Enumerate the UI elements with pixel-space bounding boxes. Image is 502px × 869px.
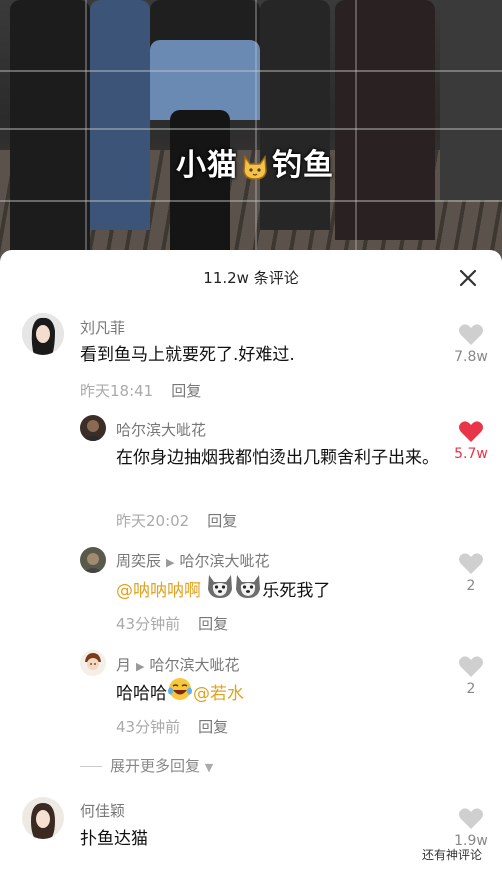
reply-button[interactable]: 回复 — [207, 512, 237, 530]
reply-author[interactable]: 周奕辰 — [116, 552, 161, 570]
heart-icon — [459, 656, 483, 677]
like-count: 2 — [466, 578, 476, 594]
like-button[interactable]: 7.8w — [451, 323, 491, 365]
caption-right: 钓鱼 — [272, 148, 334, 183]
divider — [80, 766, 102, 767]
video-person — [150, 40, 260, 120]
cage-line — [85, 0, 87, 262]
video-person — [440, 0, 502, 200]
comment-body: 乐死我了 — [262, 581, 331, 601]
cage-line — [0, 200, 502, 202]
husky-emoji-icon — [234, 573, 262, 609]
like-count: 7.8w — [454, 349, 488, 365]
comment-username[interactable]: 哈尔滨大呲花 — [116, 419, 206, 440]
video-caption: 小猫 钓鱼 — [160, 140, 350, 184]
comment-time: 昨天18:41 — [80, 382, 154, 400]
comment-text: 哈哈哈 @若水 — [116, 677, 436, 711]
reply-button[interactable]: 回复 — [198, 615, 228, 633]
comment-body: 哈哈哈 — [116, 684, 167, 704]
mention-link[interactable]: @若水 — [193, 684, 244, 704]
cat-icon — [240, 153, 270, 181]
comment-time: 43分钟前 — [116, 615, 181, 633]
cage-line — [255, 0, 257, 262]
comment-text: 看到鱼马上就要死了.好难过. — [80, 345, 295, 365]
tears-of-joy-emoji-icon — [167, 677, 193, 711]
comment-text: 在你身边抽烟我都怕烫出几颗舍利子出来。 — [116, 448, 439, 468]
like-button[interactable]: 2 — [451, 552, 491, 594]
reply-button[interactable]: 回复 — [171, 382, 201, 400]
mention-link[interactable]: @呐呐呐啊 — [116, 581, 201, 601]
comments-panel: 11.2w 条评论 刘凡菲 看到鱼马上就要死了.好难过. 昨天18:41 回复 7… — [0, 250, 502, 869]
like-button[interactable]: 2 — [451, 655, 491, 697]
comment-time: 43分钟前 — [116, 718, 181, 736]
comment-username: 月 ▶ 哈尔滨大呲花 — [116, 654, 240, 675]
comment-username[interactable]: 何佳颖 — [80, 800, 125, 821]
reply-target[interactable]: 哈尔滨大呲花 — [179, 552, 269, 570]
expand-label: 展开更多回复 — [110, 757, 201, 775]
comment-meta: 昨天18:41 回复 — [80, 380, 201, 401]
cage-line — [0, 128, 502, 130]
reply-arrow-icon: ▶ — [136, 660, 145, 673]
close-icon[interactable] — [456, 266, 480, 290]
heart-icon — [459, 808, 483, 829]
avatar[interactable] — [22, 797, 64, 839]
chevron-down-icon: ▼ — [204, 761, 214, 774]
avatar[interactable] — [80, 547, 106, 573]
reply-author[interactable]: 月 — [116, 656, 131, 674]
avatar[interactable] — [22, 313, 64, 355]
reply-target[interactable]: 哈尔滨大呲花 — [149, 656, 239, 674]
video-person — [260, 0, 330, 230]
video-person — [10, 0, 90, 250]
reply-arrow-icon: ▶ — [166, 556, 175, 569]
avatar[interactable] — [80, 650, 106, 676]
expand-more-replies[interactable]: 展开更多回复 ▼ — [80, 755, 213, 776]
video-person — [335, 0, 435, 240]
reply-button[interactable]: 回复 — [198, 718, 228, 736]
comment-username: 周奕辰 ▶ 哈尔滨大呲花 — [116, 550, 270, 571]
like-button[interactable]: 5.7w — [451, 420, 491, 462]
comment-text: 扑鱼达猫 — [80, 829, 148, 849]
like-count: 2 — [466, 681, 476, 697]
comments-header: 11.2w 条评论 — [0, 250, 502, 302]
comment-username[interactable]: 刘凡菲 — [80, 317, 125, 338]
cage-line — [355, 0, 357, 262]
cage-line — [0, 70, 502, 72]
heart-icon — [459, 553, 483, 574]
caption-left: 小猫 — [176, 148, 238, 183]
husky-emoji-icon — [206, 573, 234, 609]
like-button[interactable]: 1.9w — [451, 807, 491, 849]
watermark: 还有神评论 — [422, 846, 483, 863]
comment-time: 昨天20:02 — [116, 512, 190, 530]
heart-filled-icon — [459, 421, 483, 442]
like-count: 5.7w — [454, 446, 488, 462]
video-player[interactable]: 小猫 钓鱼 — [0, 0, 502, 262]
video-person — [90, 0, 150, 230]
comment-meta: 昨天20:02 回复 — [116, 510, 237, 531]
avatar[interactable] — [80, 415, 106, 441]
heart-icon — [459, 324, 483, 345]
comment-meta: 43分钟前 回复 — [116, 716, 228, 737]
comment-text: @呐呐呐啊 乐死我了 — [116, 573, 436, 609]
comment-meta: 43分钟前 回复 — [116, 613, 228, 634]
comment-count-title: 11.2w 条评论 — [203, 269, 299, 287]
